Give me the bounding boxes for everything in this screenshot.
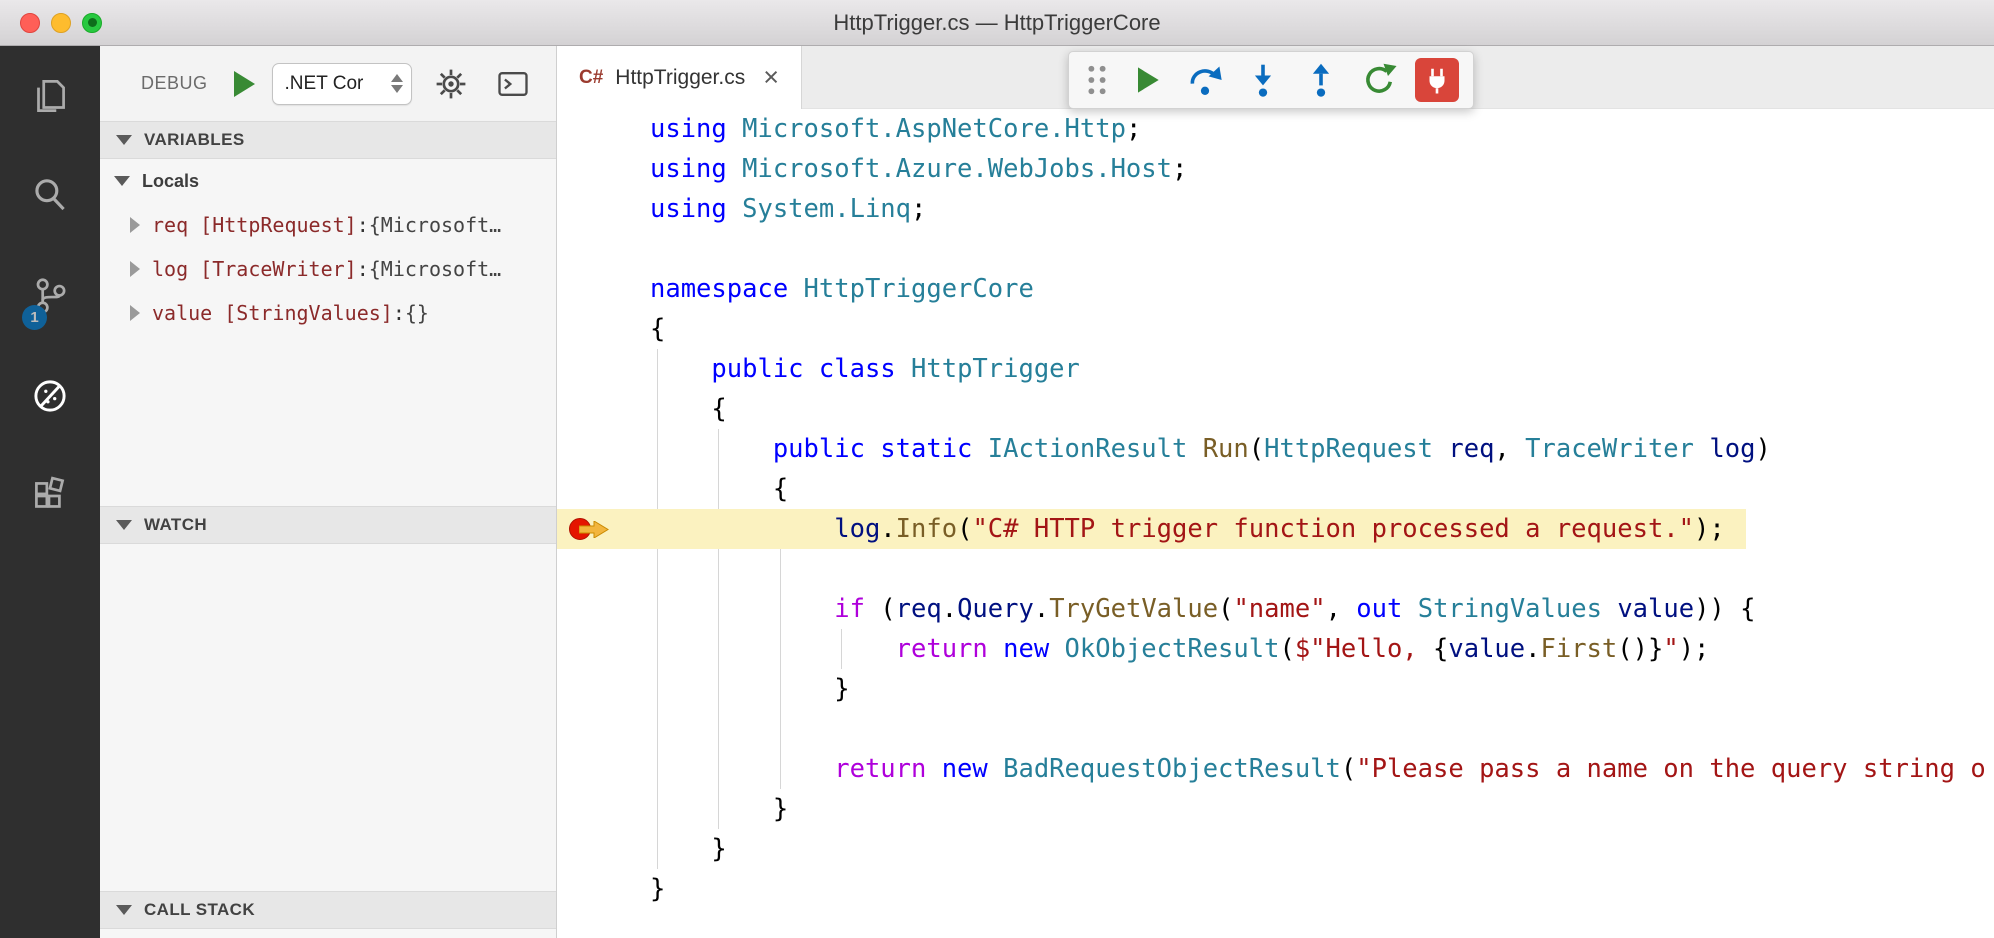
sidebar-bottom	[100, 929, 556, 938]
code-line[interactable]: using System.Linq;	[557, 189, 1994, 229]
scope-locals[interactable]: Locals	[100, 159, 556, 203]
code-line[interactable]: public class HttpTrigger	[557, 349, 1994, 389]
code-line[interactable]: return new BadRequestObjectResult("Pleas…	[557, 749, 1994, 789]
variables-tree: Locals req [HttpRequest]: {Microsoft…log…	[100, 159, 556, 506]
code-area[interactable]: using Microsoft.AspNetCore.Http;using Mi…	[557, 109, 1994, 938]
continue-button[interactable]	[1125, 57, 1169, 103]
explorer-icon[interactable]	[0, 46, 100, 146]
code-line[interactable]: return new OkObjectResult($"Hello, {valu…	[557, 629, 1994, 669]
collapse-arrow-icon	[114, 176, 130, 186]
activity-bar: 1	[0, 46, 100, 938]
variables-section-header[interactable]: VARIABLES	[100, 121, 556, 159]
minimize-window-button[interactable]	[51, 13, 71, 33]
debug-toolbar	[1068, 51, 1474, 109]
search-icon[interactable]	[0, 146, 100, 246]
code-line[interactable]	[557, 709, 1994, 749]
call-stack-section-title: CALL STACK	[144, 900, 255, 920]
editor-pane: C# HttpTrigger.cs × using Microsoft.AspN…	[557, 46, 1994, 938]
code-line[interactable]: namespace HttpTriggerCore	[557, 269, 1994, 309]
workbench: 1 DEBUG .NET Cor	[0, 46, 1994, 938]
code-line[interactable]: using Microsoft.AspNetCore.Http;	[557, 109, 1994, 149]
variable-rows: req [HttpRequest]: {Microsoft…log [Trace…	[100, 203, 556, 335]
expand-arrow-icon	[130, 261, 140, 277]
window-title: HttpTrigger.cs — HttpTriggerCore	[833, 10, 1160, 36]
configure-gear-icon[interactable]	[428, 61, 474, 107]
call-stack-section-header[interactable]: CALL STACK	[100, 891, 556, 929]
source-control-icon[interactable]: 1	[0, 246, 100, 346]
variable-row-req[interactable]: req [HttpRequest]: {Microsoft…	[100, 203, 556, 247]
step-out-button[interactable]	[1299, 57, 1343, 103]
debug-config-select[interactable]: .NET Cor	[272, 63, 412, 105]
code-line[interactable]: log.Info("C# HTTP trigger function proce…	[557, 509, 1994, 549]
debug-view-title: DEBUG	[141, 73, 208, 94]
tab-label: HttpTrigger.cs	[615, 66, 745, 90]
tab-httptrigger[interactable]: C# HttpTrigger.cs ×	[557, 46, 802, 109]
code-line[interactable]: }	[557, 829, 1994, 869]
code-line[interactable]: }	[557, 789, 1994, 829]
code-line[interactable]: using Microsoft.Azure.WebJobs.Host;	[557, 149, 1994, 189]
close-window-button[interactable]	[20, 13, 40, 33]
variable-row-value[interactable]: value [StringValues]: {}	[100, 291, 556, 335]
code-line[interactable]	[557, 229, 1994, 269]
code-line[interactable]	[557, 549, 1994, 589]
debug-console-icon[interactable]	[490, 61, 536, 107]
collapse-arrow-icon	[116, 135, 132, 145]
collapse-arrow-icon	[116, 520, 132, 530]
expand-arrow-icon	[130, 217, 140, 233]
code-line[interactable]: {	[557, 389, 1994, 429]
extensions-icon[interactable]	[0, 446, 100, 546]
zoom-window-button[interactable]	[82, 13, 102, 33]
expand-arrow-icon	[130, 305, 140, 321]
zoom-glyph-icon	[88, 18, 97, 27]
scm-changes-badge: 1	[22, 305, 47, 330]
scope-label: Locals	[142, 171, 199, 192]
watch-section-title: WATCH	[144, 515, 207, 535]
start-debug-button[interactable]	[234, 67, 264, 101]
watch-section-header[interactable]: WATCH	[100, 506, 556, 544]
watch-empty-area	[100, 544, 556, 891]
code-line[interactable]: }	[557, 869, 1994, 909]
disconnect-button[interactable]	[1415, 57, 1459, 103]
traffic-lights	[20, 0, 102, 45]
play-icon	[234, 71, 255, 97]
debug-sidebar-header: DEBUG .NET Cor	[100, 46, 556, 121]
variables-section-title: VARIABLES	[144, 130, 245, 150]
select-stepper-icon	[391, 74, 403, 93]
debug-config-value: .NET Cor	[285, 73, 391, 95]
step-into-button[interactable]	[1241, 57, 1285, 103]
code-line[interactable]: public static IActionResult Run(HttpRequ…	[557, 429, 1994, 469]
toolbar-drag-handle[interactable]	[1083, 57, 1111, 103]
debug-sidebar: DEBUG .NET Cor	[100, 46, 557, 938]
step-over-button[interactable]	[1183, 57, 1227, 103]
titlebar: HttpTrigger.cs — HttpTriggerCore	[0, 0, 1994, 46]
code-line[interactable]: {	[557, 469, 1994, 509]
current-statement-arrow-icon	[579, 521, 611, 538]
code-line[interactable]: }	[557, 669, 1994, 709]
code-line[interactable]: if (req.Query.TryGetValue("name", out St…	[557, 589, 1994, 629]
code-lines: using Microsoft.AspNetCore.Http;using Mi…	[557, 109, 1994, 909]
restart-button[interactable]	[1357, 57, 1401, 103]
code-line[interactable]: {	[557, 309, 1994, 349]
close-tab-icon[interactable]: ×	[763, 64, 779, 91]
collapse-arrow-icon	[116, 905, 132, 915]
debug-icon[interactable]	[0, 346, 100, 446]
variable-row-log[interactable]: log [TraceWriter]: {Microsoft…	[100, 247, 556, 291]
csharp-file-icon: C#	[579, 67, 603, 89]
disconnect-plug-icon	[1415, 58, 1459, 102]
